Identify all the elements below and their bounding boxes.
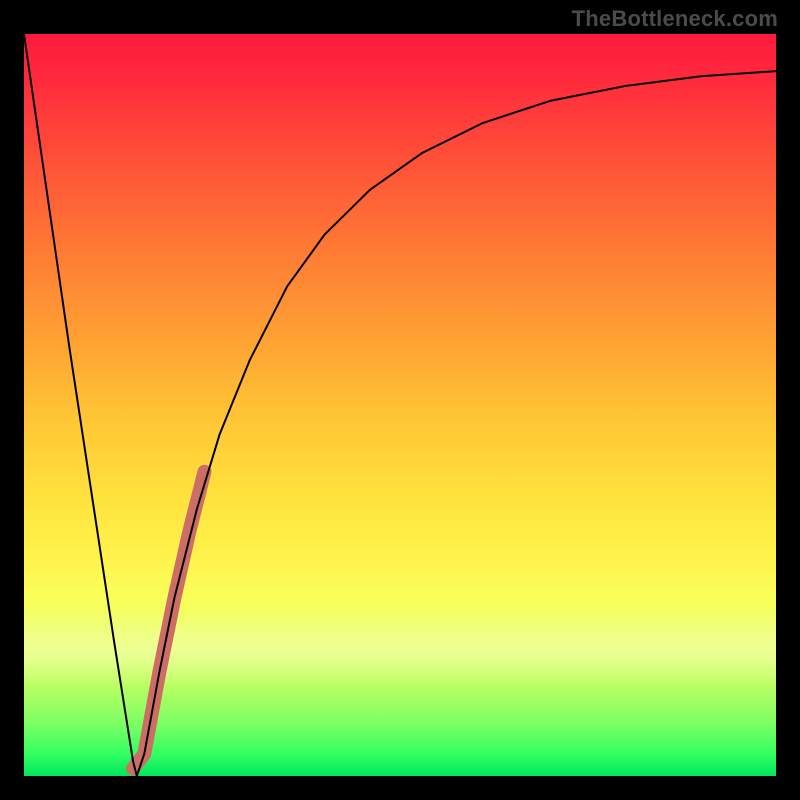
highlight-path-group (133, 472, 204, 769)
plot-area (24, 34, 776, 776)
watermark-text: TheBottleneck.com (572, 6, 778, 32)
chart-frame: TheBottleneck.com (0, 0, 800, 800)
curve-svg (24, 34, 776, 776)
highlight-path (133, 472, 204, 769)
main-curve-path (24, 34, 776, 776)
main-curve-group (24, 34, 776, 776)
